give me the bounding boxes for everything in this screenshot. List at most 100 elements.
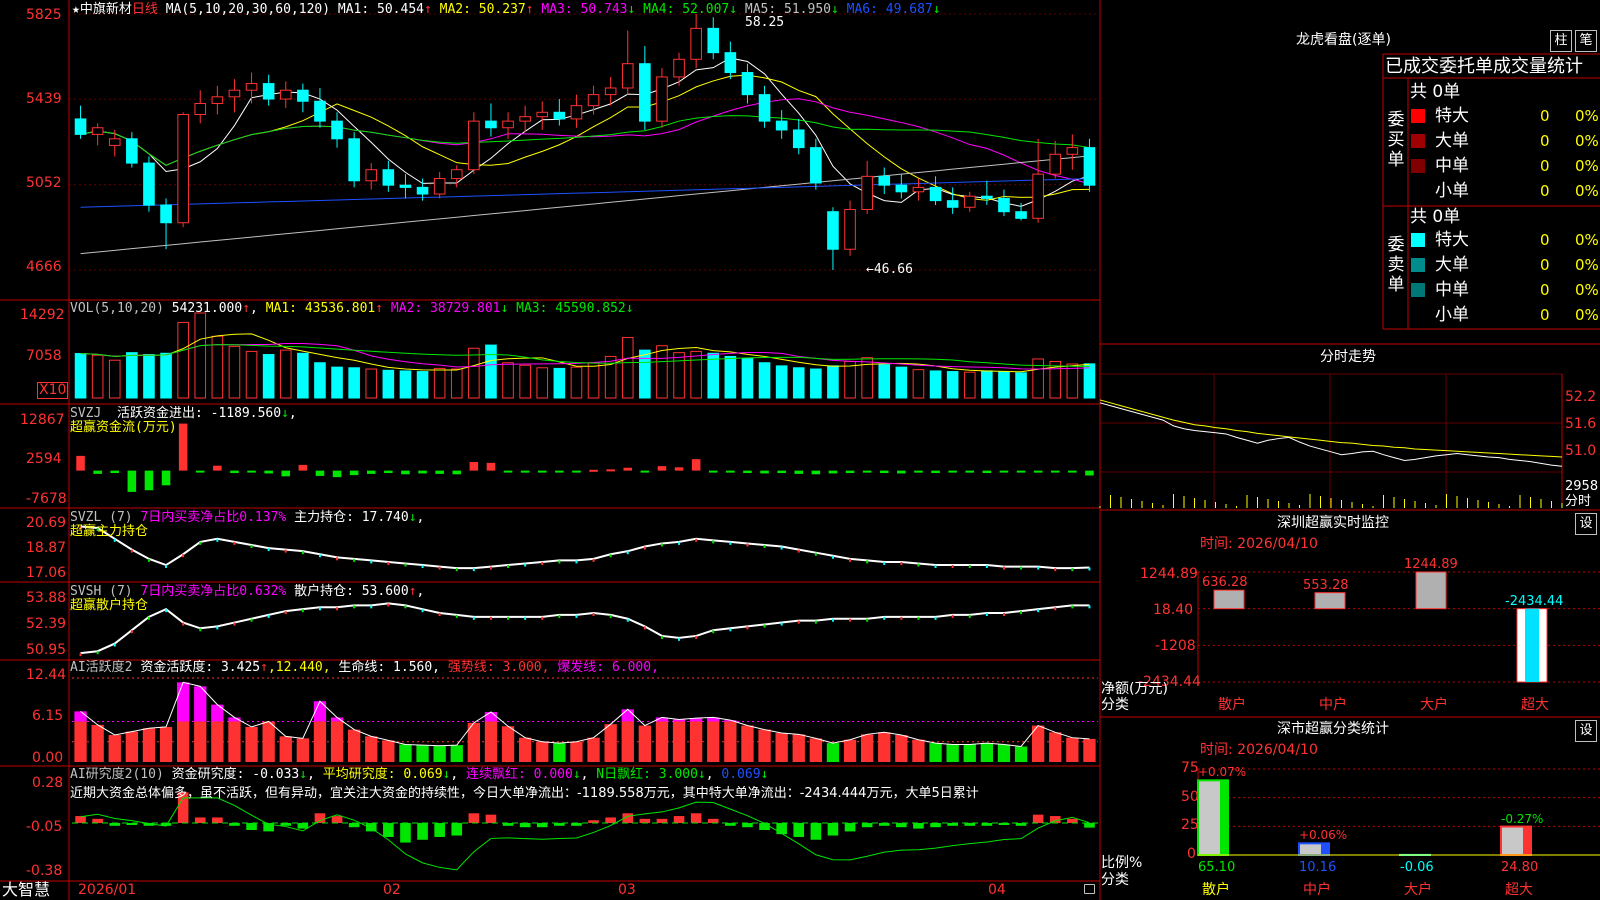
svzl-hold: 主力持仓: 17.740 xyxy=(294,510,409,525)
candle-32 xyxy=(621,63,634,89)
sz1-bar-0 xyxy=(1213,589,1245,610)
candle-41 xyxy=(775,120,788,131)
candle-20 xyxy=(416,186,429,195)
ai2-bar-19 xyxy=(400,823,411,843)
fenshi-volume-tick: 2958 xyxy=(1565,479,1599,494)
ai1-bar-50 xyxy=(929,743,942,762)
vol-header: VOL(5,10,20) 54231.000↑, MA1: 43536.801↑… xyxy=(70,301,634,316)
favorite-star-icon[interactable]: ★ xyxy=(72,2,80,17)
svzj-bar-22 xyxy=(452,470,462,475)
ai1-name: AI活跃度2 xyxy=(70,660,133,675)
ai2-bar-13 xyxy=(297,823,309,829)
svzj-bar-44 xyxy=(828,470,838,474)
ai1-header: AI活跃度2 资金活跃度: 3.425↑,12.440, 生命线: 1.560,… xyxy=(70,660,659,675)
svzj-bar-6 xyxy=(178,423,188,471)
ai1-bar-42 xyxy=(792,734,805,762)
svzj-bar-4 xyxy=(144,470,154,491)
svzj-bar-50 xyxy=(931,470,940,474)
svzj-bar-5 xyxy=(161,470,171,486)
svzj-bar-24 xyxy=(486,462,496,471)
lhb-buy-value-1: 0 xyxy=(1540,132,1550,150)
ai2-nday-arrow: ↓ xyxy=(697,767,706,782)
sz2-value-label-2: -0.06 xyxy=(1400,860,1434,875)
ai1-bar-0 xyxy=(74,721,87,762)
lhb-sell-name-3: 小单 xyxy=(1435,305,1469,325)
sz1-time: 时间: 2026/04/10 xyxy=(1200,536,1318,552)
candle-13 xyxy=(297,89,309,102)
svzj-label: 活跃资金进出: -1189.560 xyxy=(116,406,282,421)
svzj-bar-0 xyxy=(76,455,85,471)
ai1-bar-20 xyxy=(416,745,429,762)
lhb-sell-swatch-3 xyxy=(1411,308,1425,322)
svzj-bar-55 xyxy=(1016,470,1026,473)
ma-line-60 xyxy=(80,155,1090,255)
vol-bar-11 xyxy=(262,354,275,399)
date-label-3: 04 xyxy=(988,882,1006,898)
ai1-ytick-2: 0.00 xyxy=(32,750,64,766)
ai2-bar-42 xyxy=(793,823,805,837)
candle-28 xyxy=(553,111,566,120)
ma1-arrow: ↑ xyxy=(423,2,432,17)
svzj-arrow: ↓ xyxy=(281,406,289,421)
sz2-ytick-1: 50 xyxy=(1181,789,1199,805)
ai1-bar-53 xyxy=(980,743,994,762)
ai2-ytick-2: -0.38 xyxy=(26,863,63,879)
svzl-subtitle: 超赢主力持仓 xyxy=(70,524,149,539)
ai2-bar-49 xyxy=(913,823,924,829)
lhb-buy-pct-1: 0% xyxy=(1575,132,1599,150)
lhb-buy-total: 共 0单 xyxy=(1410,82,1461,102)
candle-38 xyxy=(724,52,737,74)
lhb-column-button[interactable]: 柱 xyxy=(1550,30,1572,52)
sz2-category-2: 大户 xyxy=(1404,882,1432,898)
svzj-name: SVZJ xyxy=(70,406,102,421)
vol-bar-58 xyxy=(1066,363,1079,399)
ma-spec: MA(5,10,20,30,60,120) xyxy=(165,2,331,17)
vol-bar-19 xyxy=(399,370,412,399)
ai2-research-arrow: ↓ xyxy=(299,767,308,782)
ma2-value: MA2: 50.237 xyxy=(439,2,526,17)
candle-24 xyxy=(485,120,497,129)
ai1-bar-38 xyxy=(724,721,737,762)
sz1-settings-button[interactable]: 设 xyxy=(1575,513,1597,535)
ai2-bar-22 xyxy=(451,823,463,836)
period-label[interactable]: 日线 xyxy=(132,2,158,17)
vol-bar-18 xyxy=(382,369,395,399)
svzl-header: SVZL (7) 7日内买卖净占比0.137% 主力持仓: 17.740↓, xyxy=(70,510,424,525)
candle-10 xyxy=(245,83,258,91)
lhb-buy-swatch-2 xyxy=(1411,159,1425,173)
svzj-bar-53 xyxy=(982,470,992,474)
ai1-bar-16 xyxy=(347,729,361,762)
vol-bar-38 xyxy=(724,355,737,399)
low-price-label: ←46.66 xyxy=(866,262,913,277)
sz1-ytick-1: 18.40 xyxy=(1153,602,1194,618)
candle-5 xyxy=(160,204,172,224)
ai2-bar-14 xyxy=(314,813,326,824)
vol-unit-badge[interactable]: X10 xyxy=(37,382,69,399)
lhb-buy-value-2: 0 xyxy=(1540,157,1550,175)
lhb-sell-value-0: 0 xyxy=(1540,231,1550,249)
ai1-bar-47 xyxy=(878,732,891,762)
lhb-tick-button[interactable]: 笔 xyxy=(1575,30,1597,52)
candle-27 xyxy=(536,111,549,118)
svzj-bar-30 xyxy=(589,469,598,472)
lhb-sell-name-0: 特大 xyxy=(1435,230,1469,250)
vol-bar-39 xyxy=(741,357,754,399)
lhb-buy-swatch-3 xyxy=(1411,184,1425,198)
candle-54 xyxy=(998,197,1010,213)
lock-icon[interactable] xyxy=(1084,884,1095,894)
svzj-bar-14 xyxy=(315,470,325,476)
ai2-value-e: 0.069 xyxy=(721,767,761,782)
svzj-header: SVZJ 活跃资金进出: -1189.560↓, xyxy=(70,406,297,421)
sz2-settings-button[interactable]: 设 xyxy=(1575,720,1597,742)
ai1-bar-19 xyxy=(399,744,412,762)
fenshi-avg-line xyxy=(1099,399,1563,458)
ai2-bar-50 xyxy=(930,823,941,828)
svzj-bar-26 xyxy=(520,470,530,473)
ai2-bar-35 xyxy=(673,816,685,824)
svzj-bar-15 xyxy=(332,470,342,478)
brand-logo[interactable]: 大智慧 xyxy=(2,881,50,899)
vol-bar-27 xyxy=(536,367,549,399)
ai2-nday: N日飘红: 3.000 xyxy=(596,767,698,782)
ai2-line xyxy=(80,797,1090,871)
svzj-bar-39 xyxy=(743,470,752,474)
